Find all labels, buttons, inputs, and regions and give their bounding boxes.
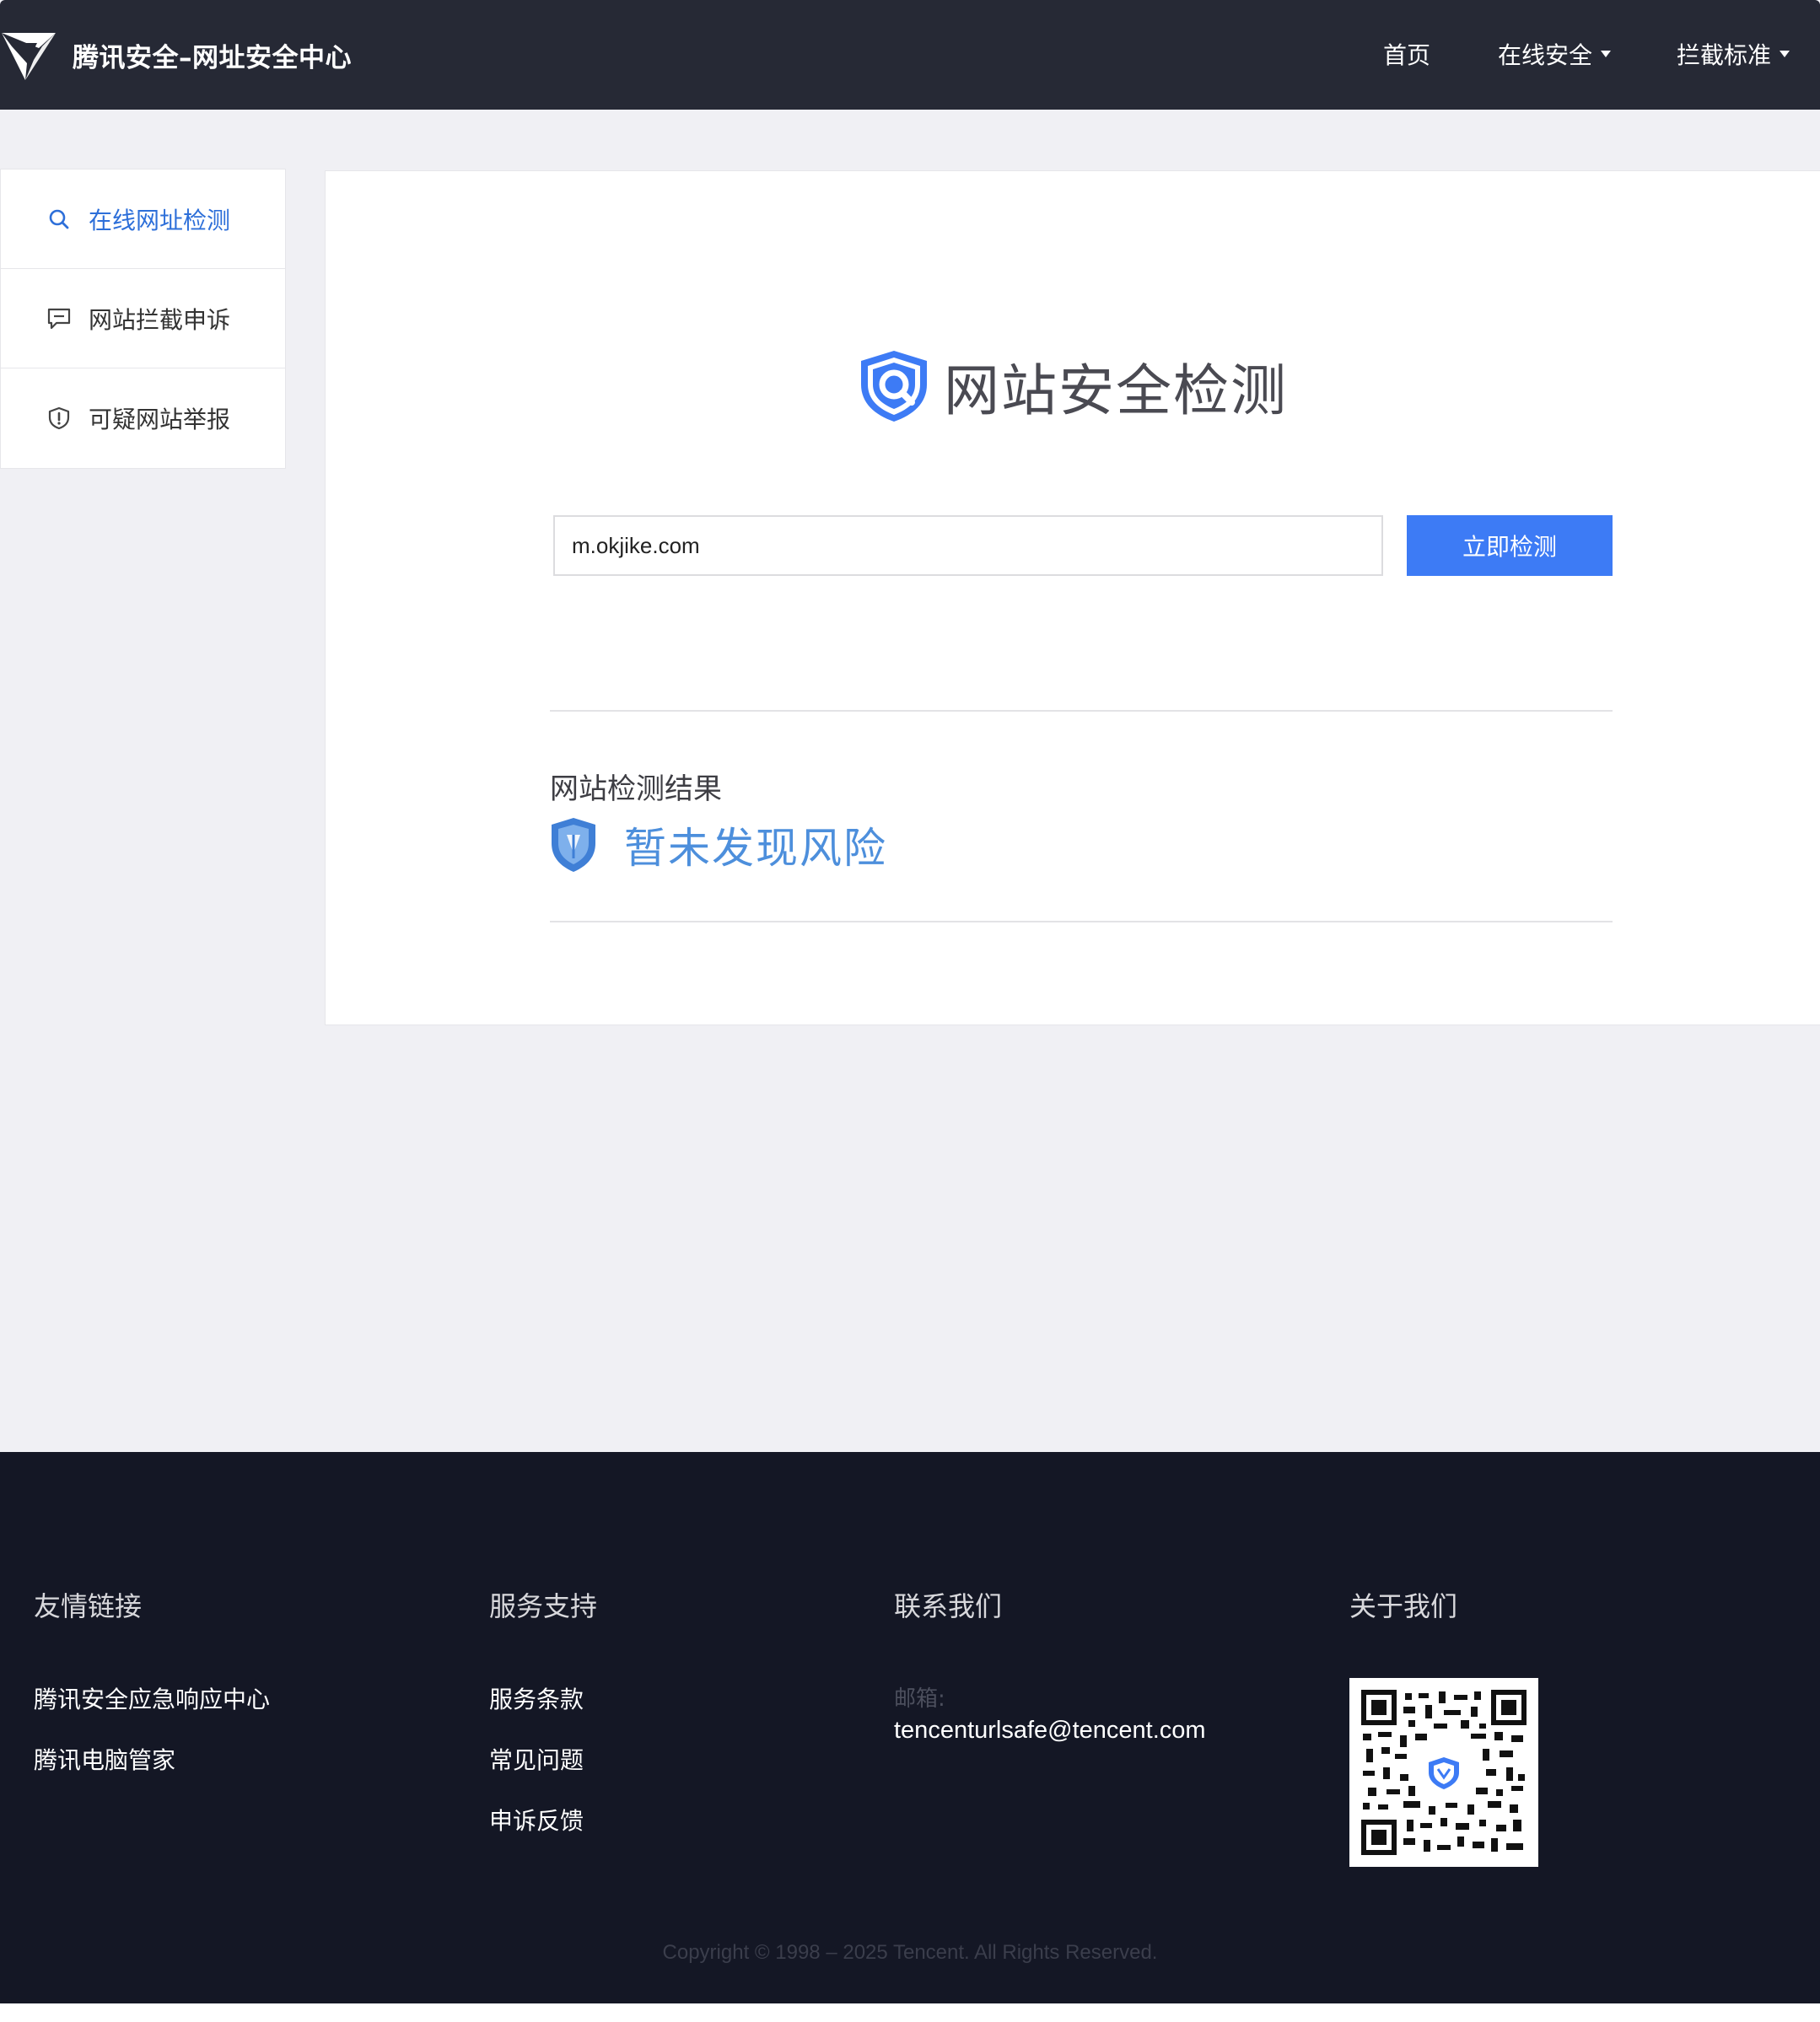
nav-block-standards[interactable]: 拦截标准: [1677, 37, 1790, 71]
footer-heading: 友情链接: [34, 1590, 143, 1622]
nav-block-standards-label: 拦截标准: [1677, 41, 1772, 69]
nav-online-security-label: 在线安全: [1498, 41, 1593, 69]
result-status: 暂未发现风险: [624, 824, 887, 873]
page-title-block: 网站安全检测: [856, 346, 1288, 427]
footer-link[interactable]: 常见问题: [489, 1742, 584, 1776]
footer-contact: 联系我们: [894, 1585, 1002, 1624]
page-bottom-edge: [0, 2003, 1820, 2022]
sidebar: 在线网址检测 网站拦截申诉 可疑网站举报: [0, 169, 286, 469]
caret-down-icon: [1780, 51, 1790, 57]
footer-heading: 服务支持: [489, 1590, 598, 1622]
footer-link[interactable]: 腾讯安全应急响应中心: [34, 1681, 270, 1715]
divider: [550, 921, 1613, 922]
footer-link[interactable]: 服务条款: [489, 1681, 584, 1715]
wechat-qr-code: [1349, 1678, 1538, 1867]
footer-link[interactable]: 申诉反馈: [489, 1803, 584, 1836]
copyright: Copyright © 1998 – 2025 Tencent. All Rig…: [662, 1941, 1158, 1964]
sidebar-item-label: 可疑网站举报: [89, 406, 231, 433]
check-now-button[interactable]: 立即检测: [1407, 515, 1613, 576]
footer-link[interactable]: 腾讯电脑管家: [34, 1742, 175, 1776]
footer-heading: 联系我们: [894, 1590, 1003, 1622]
footer-heading: 关于我们: [1349, 1590, 1458, 1622]
shield-alert-icon: [48, 406, 70, 430]
tencent-security-logo-icon: [2, 33, 56, 80]
brand[interactable]: 腾讯安全–网址安全中心: [0, 25, 352, 84]
nav-online-security[interactable]: 在线安全: [1498, 37, 1612, 71]
shield-search-logo-icon: [861, 351, 927, 422]
qr-code-icon: [1361, 1690, 1527, 1855]
sidebar-item-block-appeal[interactable]: 网站拦截申诉: [1, 269, 285, 368]
sidebar-item-url-check[interactable]: 在线网址检测: [1, 169, 285, 269]
sidebar-item-label: 网站拦截申诉: [89, 305, 231, 334]
safe-shield-icon: [552, 818, 595, 872]
footer-about: 关于我们: [1349, 1585, 1457, 1624]
top-navbar: 腾讯安全–网址安全中心 首页 在线安全 拦截标准: [0, 0, 1820, 110]
main-card: [325, 170, 1820, 1025]
message-icon: [47, 308, 71, 329]
search-icon: [49, 209, 69, 229]
page-title: 网站安全检测: [944, 358, 1288, 423]
sidebar-item-report-suspicious[interactable]: 可疑网站举报: [1, 368, 285, 468]
url-search-input[interactable]: [553, 515, 1383, 576]
result-title: 网站检测结果: [550, 772, 722, 806]
footer-friend-links: 友情链接: [34, 1585, 142, 1624]
nav-home[interactable]: 首页: [1383, 37, 1430, 71]
result-row: 暂未发现风险: [550, 815, 887, 875]
caret-down-icon: [1601, 51, 1612, 57]
nav-home-label: 首页: [1383, 41, 1431, 69]
brand-title: 腾讯安全–网址安全中心: [73, 42, 352, 73]
sidebar-item-label: 在线网址检测: [89, 206, 231, 234]
divider: [550, 710, 1613, 712]
contact-email[interactable]: tencenturlsafe@tencent.com: [894, 1717, 1206, 1745]
email-label: 邮箱:: [894, 1686, 945, 1712]
footer-support: 服务支持: [489, 1585, 597, 1624]
